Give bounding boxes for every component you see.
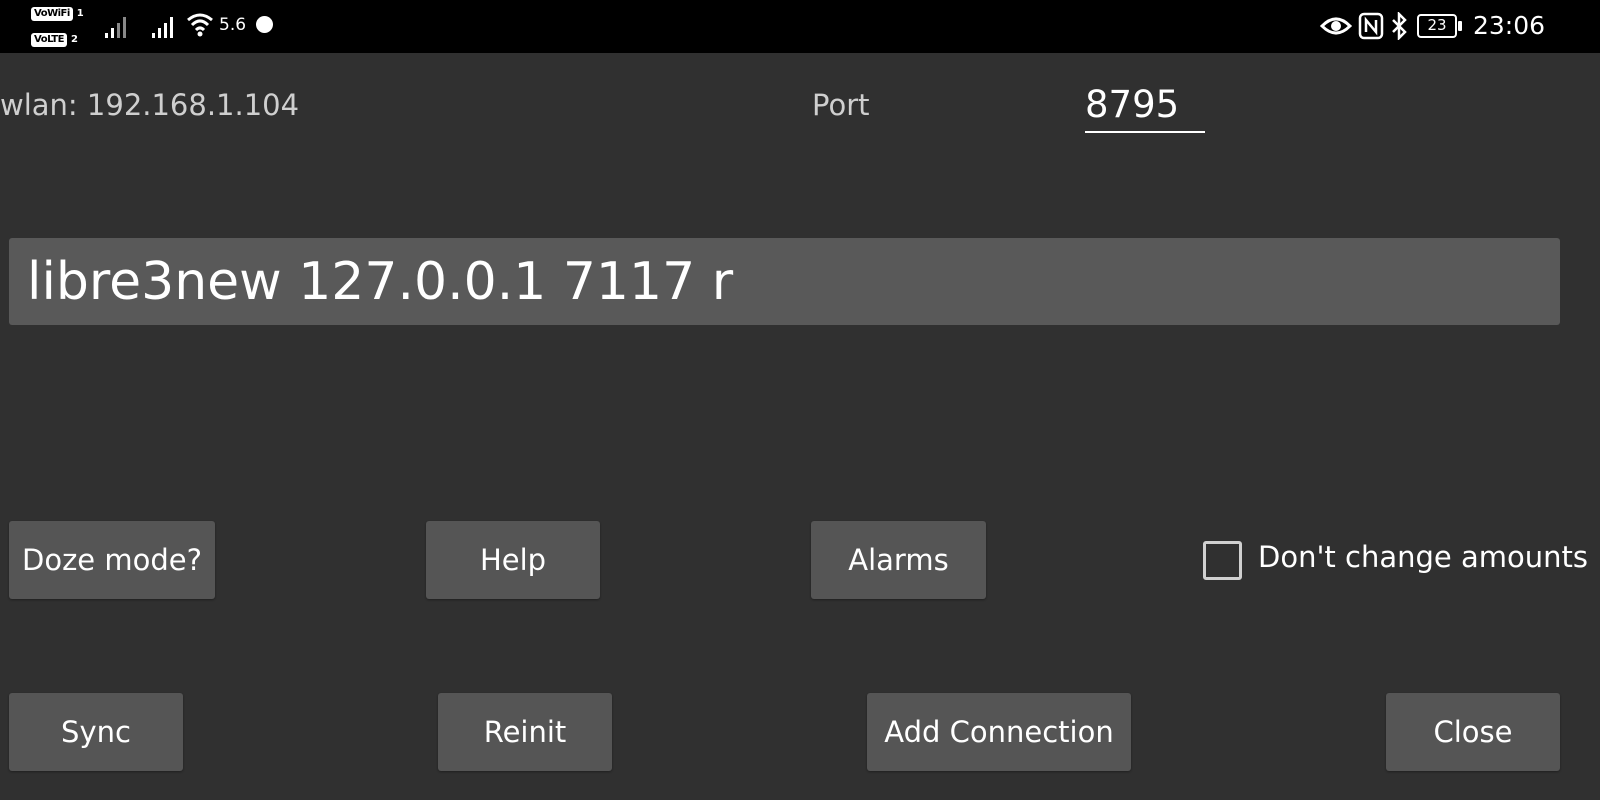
record-dot-icon xyxy=(256,16,273,33)
bluetooth-icon xyxy=(1392,12,1407,40)
screen: VoWiFi 1 VoLTE 2 5.6 23 23:06 wlan: 192.… xyxy=(0,0,1600,800)
connection-command-field[interactable]: libre3new 127.0.0.1 7117 r xyxy=(9,238,1560,325)
port-input[interactable] xyxy=(1085,78,1205,133)
doze-mode-button[interactable]: Doze mode? xyxy=(9,521,215,599)
signal-icon xyxy=(105,17,126,38)
nfc-icon xyxy=(1358,12,1384,40)
volte-tag: VoLTE xyxy=(31,32,67,47)
sim-badges: VoWiFi 1 VoLTE 2 xyxy=(31,5,84,49)
help-button[interactable]: Help xyxy=(426,521,600,599)
volte-sim-number: 2 xyxy=(70,34,78,45)
dont-change-amounts-checkbox[interactable] xyxy=(1203,541,1242,580)
signal-icon xyxy=(152,17,173,38)
eye-icon xyxy=(1320,17,1352,35)
sync-button[interactable]: Sync xyxy=(9,693,183,771)
clock: 23:06 xyxy=(1473,11,1546,40)
vowifi-tag: VoWiFi xyxy=(31,6,73,21)
connection-command-text: libre3new 127.0.0.1 7117 r xyxy=(27,252,734,312)
port-label: Port xyxy=(812,88,870,122)
battery-icon: 23 xyxy=(1417,14,1463,38)
volte-badge: VoLTE 2 xyxy=(31,31,78,48)
battery-level: 23 xyxy=(1417,14,1457,38)
add-connection-button[interactable]: Add Connection xyxy=(867,693,1131,771)
wlan-address: wlan: 192.168.1.104 xyxy=(0,88,300,122)
vowifi-badge: VoWiFi 1 xyxy=(31,5,84,22)
close-button[interactable]: Close xyxy=(1386,693,1560,771)
dont-change-amounts-label: Don't change amounts xyxy=(1258,540,1588,574)
network-speed: 5.6 xyxy=(219,15,247,35)
reinit-button[interactable]: Reinit xyxy=(438,693,612,771)
alarms-button[interactable]: Alarms xyxy=(811,521,986,599)
vowifi-sim-number: 1 xyxy=(76,8,84,19)
wifi-icon xyxy=(187,13,213,37)
status-bar: VoWiFi 1 VoLTE 2 5.6 23 23:06 xyxy=(0,0,1600,53)
battery-tip xyxy=(1458,21,1462,31)
